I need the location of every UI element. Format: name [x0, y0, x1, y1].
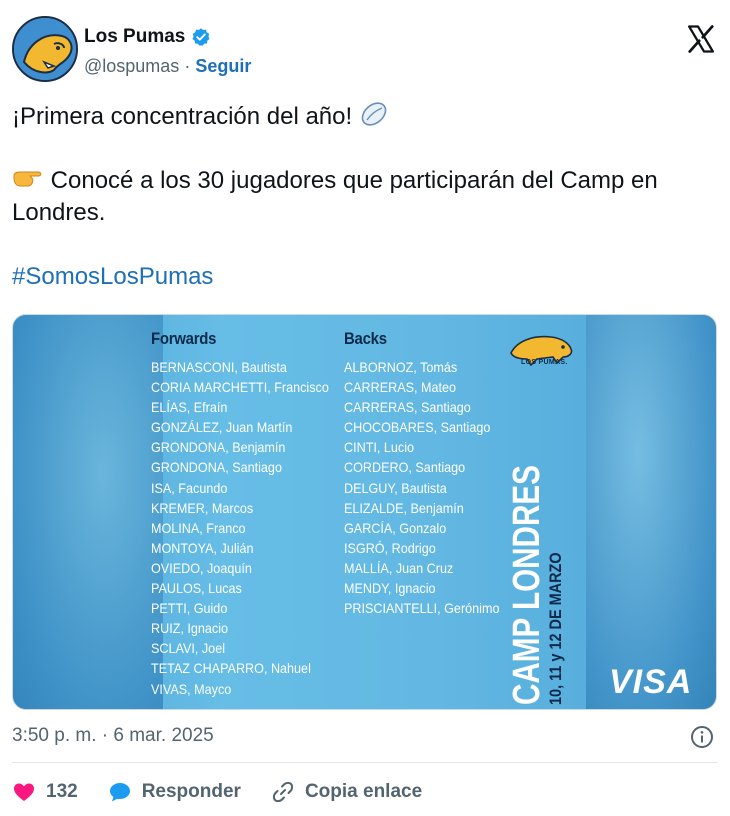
forwards-title: Forwards	[151, 329, 217, 348]
like-count: 132	[46, 781, 78, 802]
forwards-column: Forwards BERNASCONI, Bautista CORIA MARCH…	[151, 329, 349, 699]
player-photo-left	[13, 315, 163, 709]
player-name: GRONDONA, Benjamín	[151, 439, 286, 456]
link-icon	[272, 781, 294, 803]
player-name: GRONDONA, Santiago	[151, 459, 282, 476]
player-name: MOLINA, Franco	[151, 519, 246, 536]
camp-londres-block: CAMP LONDRES 10, 11 y 12 DE MARZO	[506, 397, 566, 705]
player-name: PAULOS, Lucas	[151, 580, 242, 597]
forwards-list: BERNASCONI, Bautista CORIA MARCHETTI, Fra…	[151, 357, 349, 699]
action-bar: 132 Responder Copia enlace	[12, 778, 452, 806]
player-name: CORIA MARCHETTI, Francisco	[151, 379, 329, 396]
player-name: VIVAS, Mayco	[151, 680, 232, 697]
player-name: ELÍAS, Efraín	[151, 399, 228, 416]
player-name: MALLÍA, Juan Cruz	[344, 559, 454, 576]
player-name: CORDERO, Santiago	[344, 459, 466, 476]
heart-icon	[14, 783, 34, 801]
backs-title: Backs	[344, 329, 387, 348]
timestamp-row: 3:50 p. m. · 6 mar. 2025	[12, 725, 718, 749]
follow-button[interactable]: Seguir	[195, 56, 251, 77]
tweet-media-image[interactable]: Forwards BERNASCONI, Bautista CORIA MARCH…	[12, 314, 717, 710]
account-handle[interactable]: @lospumas	[84, 56, 179, 77]
player-name: CINTI, Lucio	[344, 439, 415, 456]
player-name: DELGUY, Bautista	[344, 479, 447, 496]
reply-bubble-icon	[109, 783, 130, 802]
camp-title: CAMP LONDRES	[506, 465, 548, 705]
visa-sponsor-logo: VISA	[609, 663, 693, 701]
player-name: CARRERAS, Mateo	[344, 379, 457, 396]
pumas-avatar-icon[interactable]	[12, 16, 78, 82]
player-name: MENDY, Ignacio	[344, 580, 436, 597]
player-name: RUIZ, Ignacio	[151, 620, 229, 637]
player-name: CHOCOBARES, Santiago	[344, 419, 491, 436]
tweet-line-2: Conocé a los 30 jugadores que participar…	[12, 165, 712, 229]
backs-column: Backs ALBORNOZ, Tomás CARRERAS, Mateo CARR…	[344, 329, 517, 618]
hashtag-link[interactable]: #SomosLosPumas	[12, 263, 213, 290]
handle-separator: ·	[184, 56, 191, 76]
reply-button[interactable]: Responder	[108, 780, 241, 804]
copy-link-button[interactable]: Copia enlace	[271, 780, 422, 804]
divider	[12, 762, 718, 763]
tweet-hashtag-line: #SomosLosPumas	[12, 261, 712, 293]
player-name: ELIZALDE, Benjamín	[344, 499, 464, 516]
account-name[interactable]: Los Pumas	[84, 26, 185, 48]
player-name: ISA, Facundo	[151, 479, 228, 496]
camp-dates: 10, 11 y 12 DE MARZO	[546, 552, 565, 705]
tweet-body: ¡Primera concentración del año! Conocé a…	[12, 100, 712, 293]
tweet-timestamp[interactable]: 3:50 p. m. · 6 mar. 2025	[12, 725, 214, 746]
like-button[interactable]: 132	[12, 780, 78, 804]
copy-link-label: Copia enlace	[304, 781, 423, 802]
x-logo-icon[interactable]	[686, 24, 716, 54]
player-photo-right	[586, 315, 716, 709]
player-name: ISGRÓ, Rodrigo	[344, 539, 436, 556]
player-name: SCLAVI, Joel	[151, 640, 226, 657]
verified-badge-icon	[192, 28, 210, 46]
player-name: GONZÁLEZ, Juan Martín	[151, 419, 293, 436]
player-name: KREMER, Marcos	[151, 499, 254, 516]
los-pumas-logo-text: LOS PUMAS.	[521, 359, 568, 366]
player-name: ALBORNOZ, Tomás	[344, 359, 458, 375]
handle-row: @lospumas · Seguir	[84, 56, 251, 77]
player-name: MONTOYA, Julián	[151, 539, 254, 556]
player-name: CARRERAS, Santiago	[344, 399, 471, 416]
player-name: BERNASCONI, Bautista	[151, 359, 287, 375]
player-name: PETTI, Guido	[151, 600, 228, 617]
info-icon[interactable]	[690, 725, 714, 749]
tweet-line-1-text: ¡Primera concentración del año!	[12, 103, 353, 130]
tweet-header: Los Pumas @lospumas · Seguir	[12, 16, 718, 84]
player-name: PRISCIANTELLI, Gerónimo	[344, 600, 500, 617]
rugby-ball-emoji-icon	[361, 102, 387, 126]
backs-list: ALBORNOZ, Tomás CARRERAS, Mateo CARRERAS, …	[344, 357, 517, 618]
tweet-line-1: ¡Primera concentración del año!	[12, 100, 712, 133]
pointing-hand-emoji-icon	[13, 171, 42, 187]
account-name-row: Los Pumas	[84, 26, 211, 48]
tweet-line-2-text: Conocé a los 30 jugadores que participar…	[12, 167, 658, 226]
player-name: GARCÍA, Gonzalo	[344, 519, 447, 536]
player-name: OVIEDO, Joaquín	[151, 559, 252, 576]
reply-label: Responder	[141, 781, 241, 802]
player-name: TETAZ CHAPARRO, Nahuel	[151, 660, 311, 677]
